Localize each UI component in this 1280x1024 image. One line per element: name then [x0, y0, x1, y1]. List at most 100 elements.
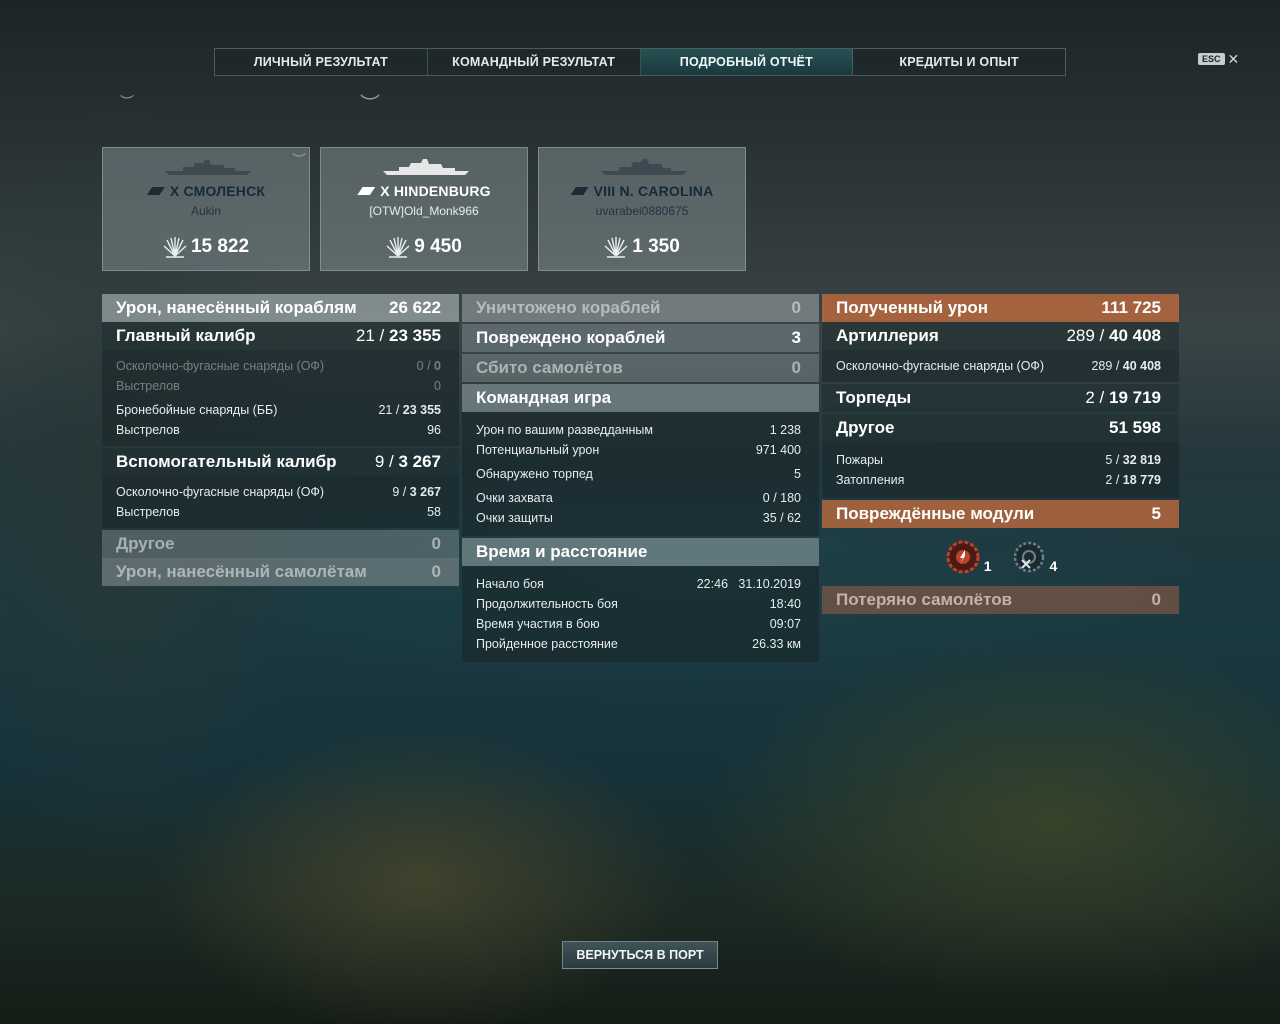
he-art-damage: 40 408	[1122, 359, 1161, 373]
cruiser-class-icon	[146, 187, 165, 195]
damaged-modules-label: Повреждённые модули	[836, 504, 1035, 523]
ap-main-hits: 21	[378, 403, 393, 417]
other-damage-row: Другое 0	[102, 530, 459, 558]
secondary-hits: 9	[374, 452, 385, 471]
module-item: 4	[1010, 538, 1057, 576]
damage-burst-icon	[386, 237, 410, 258]
plane-damage-row: Урон, нанесённый самолётам 0	[102, 558, 459, 586]
tab-team-result[interactable]: КОМАНДНЫЙ РЕЗУЛЬТАТ	[428, 49, 641, 75]
secondary-details: Осколочно-фугасные снаряды (ОФ) 9 / 3 26…	[102, 476, 459, 528]
ship-silhouette-icon	[383, 159, 469, 175]
spotting-damage-row: Урон по вашим разведданным 1 238	[476, 420, 801, 440]
steering-destroyed-icon	[1013, 541, 1044, 573]
tab-personal-result[interactable]: ЛИЧНЫЙ РЕЗУЛЬТАТ	[215, 49, 428, 75]
secondary-battery-row: Вспомогательный калибр 9 / 3 267	[102, 448, 459, 476]
artillery-label: Артиллерия	[836, 326, 939, 345]
other-received-row: Другое 51 598	[822, 414, 1179, 442]
ship-silhouette-icon	[601, 159, 687, 175]
tab-credits-xp[interactable]: КРЕДИТЫ И ОПЫТ	[853, 49, 1065, 75]
he-main-damage: 0	[434, 359, 441, 373]
ship-name: VIII N. CAROLINA	[593, 183, 714, 199]
plane-damage-label: Урон, нанесённый самолётам	[116, 562, 367, 581]
ap-main-shots-label: Выстрелов	[116, 423, 180, 437]
potential-damage-value: 971 400	[755, 443, 801, 457]
ship-damage-header: Урон, нанесённый кораблям 26 622	[102, 294, 459, 322]
battle-start-value: 22:46 31.10.2019	[696, 577, 801, 591]
player-name: uvarabei0880675	[595, 204, 689, 218]
main-battery-hits: 21	[355, 326, 375, 345]
other-received-details: Пожары 5 / 32 819 Затопления 2 / 18 779	[822, 442, 1179, 498]
damage-received-column: Полученный урон 111 725 Артиллерия 289 /…	[822, 294, 1179, 614]
other-received-value: 51 598	[1109, 418, 1161, 437]
distance-label: Пройденное расстояние	[476, 637, 618, 651]
floods-damage: 18 779	[1122, 473, 1161, 487]
ship-name: X HINDENBURG	[380, 183, 491, 199]
he-sec-shots-label: Выстрелов	[116, 505, 180, 519]
torpedoes-row: Торпеды 2 / 19 719	[822, 384, 1179, 412]
ap-main-label: Бронебойные снаряды (ББ)	[116, 403, 278, 417]
other-damage-value: 0	[431, 534, 441, 553]
planes-shot-value: 0	[791, 358, 801, 377]
he-sec-label: Осколочно-фугасные снаряды (ОФ)	[116, 485, 325, 499]
potential-damage-row: Потенциальный урон 971 400	[476, 440, 801, 460]
capture-points-row: Очки захвата 0 / 180	[476, 488, 801, 508]
close-icon: ✕	[1227, 51, 1240, 67]
fires-row: Пожары 5 / 32 819	[836, 453, 1161, 467]
battleship-class-icon	[570, 187, 589, 195]
planes-lost-value: 0	[1151, 590, 1161, 609]
damaged-ships-value: 3	[791, 328, 801, 347]
damaged-ships-row: Повреждено кораблей 3	[462, 324, 819, 352]
he-art-hits: 289	[1091, 359, 1113, 373]
ship-silhouette-icon	[165, 160, 251, 175]
battle-duration-row: Продолжительность боя 18:40	[476, 594, 801, 614]
plane-damage-value: 0	[431, 562, 441, 581]
capture-points-label: Очки захвата	[476, 491, 553, 505]
ship-name: X СМОЛЕНСК	[169, 183, 266, 199]
return-to-port-button[interactable]: ВЕРНУТЬСЯ В ПОРТ	[562, 941, 718, 969]
combat-summary-column: Уничтожено кораблей 0 Повреждено корабле…	[462, 294, 819, 662]
planes-lost-row: Потеряно самолётов 0	[822, 586, 1179, 614]
participation-time-row: Время участия в бою 09:07	[476, 614, 801, 634]
module-item: 1	[944, 538, 992, 576]
floods-label: Затопления	[836, 473, 905, 487]
artillery-hits: 289	[1066, 326, 1095, 345]
planes-shot-row: Сбито самолётов 0	[462, 354, 819, 382]
main-battery-label: Главный калибр	[116, 326, 256, 345]
time-distance-header: Время и расстояние	[462, 538, 819, 566]
he-sec-hits: 9	[392, 485, 400, 499]
ap-main-shots-row: Выстрелов 96	[116, 420, 441, 440]
secondary-label: Вспомогательный калибр	[116, 452, 337, 471]
received-damage-value: 111 725	[1101, 298, 1161, 317]
engine-damaged-count: 1	[983, 558, 992, 574]
floods-hits: 2	[1105, 473, 1113, 487]
tab-detailed-report[interactable]: ПОДРОБНЫЙ ОТЧЁТ	[640, 49, 854, 75]
engine-damaged-icon	[946, 540, 980, 574]
ship-damage-label: Урон, нанесённый кораблям	[116, 298, 357, 317]
damaged-modules-value: 5	[1151, 504, 1161, 523]
fires-hits: 5	[1105, 453, 1113, 467]
player-name: Aukin	[190, 204, 222, 218]
torps-spotted-value: 5	[794, 467, 801, 481]
he-art-label: Осколочно-фугасные снаряды (ОФ)	[836, 359, 1045, 373]
artillery-row: Артиллерия 289 / 40 408	[822, 322, 1179, 350]
destroyed-ships-label: Уничтожено кораблей	[476, 298, 661, 317]
spotting-damage-label: Урон по вашим разведданным	[476, 423, 653, 437]
fires-label: Пожары	[836, 453, 884, 467]
participation-time-label: Время участия в бою	[476, 617, 600, 631]
damage-dealt-column: Урон, нанесённый кораблям 26 622 Главный…	[102, 294, 459, 586]
report-tabs: ЛИЧНЫЙ РЕЗУЛЬТАТ КОМАНДНЫЙ РЕЗУЛЬТАТ ПОД…	[214, 48, 1066, 76]
he-sec-shots-row: Выстрелов 58	[116, 502, 441, 522]
he-main-shots-row: Выстрелов 0	[116, 376, 441, 396]
he-sec-damage: 3 267	[409, 485, 441, 499]
damaged-ships-label: Повреждено кораблей	[476, 328, 666, 347]
artillery-damage: 40 408	[1109, 326, 1161, 345]
received-damage-label: Полученный урон	[836, 298, 989, 317]
he-art-row: Осколочно-фугасные снаряды (ОФ) 289 / 40…	[836, 359, 1161, 373]
ap-main-shots-value: 96	[427, 423, 441, 437]
he-main-label: Осколочно-фугасные снаряды (ОФ)	[116, 359, 325, 373]
esc-close-button[interactable]: ESC ✕	[1198, 52, 1239, 66]
ship-card: X СМОЛЕНСК Aukin 15 822	[102, 147, 310, 271]
ship-damage-value: 9 450	[414, 236, 462, 257]
he-sec-shots-value: 58	[427, 505, 441, 519]
spotting-damage-value: 1 238	[769, 423, 801, 437]
